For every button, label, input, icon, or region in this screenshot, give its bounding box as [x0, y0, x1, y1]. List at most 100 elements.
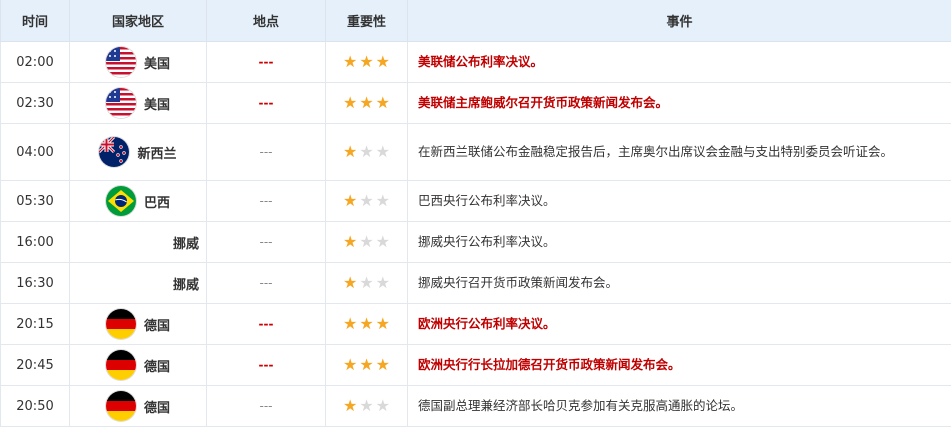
- table-row: 20:50 德国 --- ★ ★ ★ 德国副总理兼经济部长哈贝克参加有关克服高通胀的论坛。: [0, 385, 951, 427]
- country-name: 德国: [143, 318, 170, 334]
- star-empty-icon: ★: [375, 232, 391, 251]
- star-filled-icon: ★: [342, 314, 358, 333]
- table-row: 02:00 美国 --- ★ ★ ★ 美联储公布利率决议。: [0, 41, 951, 83]
- country-cell: 德国: [69, 385, 207, 427]
- country: 挪威: [70, 233, 206, 252]
- importance-cell: ★ ★ ★: [325, 180, 408, 222]
- event-time: 04:00: [0, 123, 70, 181]
- header-event: 事件: [407, 0, 951, 42]
- star-empty-icon: ★: [375, 142, 391, 161]
- event-time: 20:15: [0, 303, 70, 345]
- event-location: ---: [206, 123, 326, 181]
- star-filled-icon: ★: [375, 314, 391, 333]
- star-filled-icon: ★: [342, 355, 358, 374]
- country: 美国: [70, 88, 206, 118]
- importance-cell: ★ ★ ★: [325, 82, 408, 124]
- event-location: ---: [206, 180, 326, 222]
- table-row: 16:00 挪威 --- ★ ★ ★ 挪威央行公布利率决议。: [0, 221, 951, 263]
- country-name: 德国: [143, 400, 170, 416]
- star-empty-icon: ★: [359, 396, 374, 415]
- star-empty-icon: ★: [375, 273, 391, 292]
- us-flag-icon: [105, 88, 136, 118]
- country-cell: 挪威: [69, 262, 207, 304]
- importance-stars: ★ ★ ★: [326, 234, 407, 250]
- event-location: ---: [206, 344, 326, 386]
- event-description: 欧洲央行行长拉加德召开货币政策新闻发布会。: [407, 344, 951, 386]
- star-filled-icon: ★: [342, 396, 358, 415]
- table-row: 04:00 新西兰 --- ★ ★ ★ 在新西兰联储公布金融稳定报告后，主席奥尔出席议会金…: [0, 123, 951, 181]
- event-description: 挪威央行召开货币政策新闻发布会。: [407, 262, 951, 304]
- event-location: ---: [206, 262, 326, 304]
- event-time: 05:30: [0, 180, 70, 222]
- country-cell: 挪威: [69, 221, 207, 263]
- country-name: 挪威: [173, 277, 200, 293]
- star-filled-icon: ★: [359, 314, 374, 333]
- importance-cell: ★ ★ ★: [325, 344, 408, 386]
- country: 德国: [70, 309, 206, 339]
- table-row: 16:30 挪威 --- ★ ★ ★ 挪威央行召开货币政策新闻发布会。: [0, 262, 951, 304]
- importance-stars: ★ ★ ★: [326, 193, 407, 209]
- us-flag-icon: [105, 47, 136, 77]
- star-empty-icon: ★: [359, 142, 374, 161]
- event-description: 在新西兰联储公布金融稳定报告后，主席奥尔出席议会金融与支出特别委员会听证会。: [407, 123, 951, 181]
- table-row: 05:30 巴西 --- ★ ★ ★ 巴西央行公布利率决议。: [0, 180, 951, 222]
- nz-flag-icon: [99, 137, 130, 167]
- table-row: 20:15 德国 --- ★ ★ ★ 欧洲央行公布利率决议。: [0, 303, 951, 345]
- country-cell: 美国: [69, 41, 207, 83]
- country: 德国: [70, 350, 206, 380]
- event-time: 16:00: [0, 221, 70, 263]
- table-row: 02:30 美国 --- ★ ★ ★ 美联储主席鲍威尔召开货币政策新闻发布会。: [0, 82, 951, 124]
- event-description: 美联储主席鲍威尔召开货币政策新闻发布会。: [407, 82, 951, 124]
- star-filled-icon: ★: [342, 273, 358, 292]
- star-filled-icon: ★: [342, 232, 358, 251]
- star-filled-icon: ★: [359, 52, 374, 71]
- importance-stars: ★ ★ ★: [326, 357, 407, 373]
- table-row: 20:45 德国 --- ★ ★ ★ 欧洲央行行长拉加德召开货币政策新闻发布会。: [0, 344, 951, 386]
- event-location: ---: [206, 303, 326, 345]
- star-empty-icon: ★: [359, 232, 374, 251]
- country-name: 德国: [143, 359, 170, 375]
- star-filled-icon: ★: [342, 93, 358, 112]
- de-flag-icon: [105, 350, 136, 380]
- star-filled-icon: ★: [359, 355, 374, 374]
- importance-stars: ★ ★ ★: [326, 275, 407, 291]
- event-time: 02:30: [0, 82, 70, 124]
- event-description: 德国副总理兼经济部长哈贝克参加有关克服高通胀的论坛。: [407, 385, 951, 427]
- star-filled-icon: ★: [359, 93, 374, 112]
- importance-stars: ★ ★ ★: [326, 144, 407, 160]
- star-filled-icon: ★: [375, 355, 391, 374]
- event-time: 20:45: [0, 344, 70, 386]
- country-name: 美国: [143, 56, 170, 72]
- country-cell: 德国: [69, 344, 207, 386]
- star-empty-icon: ★: [375, 396, 391, 415]
- event-description: 美联储公布利率决议。: [407, 41, 951, 83]
- importance-stars: ★ ★ ★: [326, 54, 407, 70]
- country-cell: 美国: [69, 82, 207, 124]
- importance-cell: ★ ★ ★: [325, 262, 408, 304]
- importance-cell: ★ ★ ★: [325, 221, 408, 263]
- country: 德国: [70, 391, 206, 421]
- country-cell: 德国: [69, 303, 207, 345]
- event-time: 20:50: [0, 385, 70, 427]
- de-flag-icon: [105, 391, 136, 421]
- event-description: 欧洲央行公布利率决议。: [407, 303, 951, 345]
- country-name: 巴西: [143, 195, 170, 211]
- country-cell: 巴西: [69, 180, 207, 222]
- de-flag-icon: [105, 309, 136, 339]
- header-importance: 重要性: [325, 0, 408, 42]
- country-name: 美国: [143, 97, 170, 113]
- header-time: 时间: [0, 0, 70, 42]
- event-description: 挪威央行公布利率决议。: [407, 221, 951, 263]
- country-name: 新西兰: [137, 146, 177, 162]
- importance-cell: ★ ★ ★: [325, 303, 408, 345]
- br-flag-icon: [105, 186, 136, 216]
- header-country: 国家地区: [69, 0, 207, 42]
- importance-cell: ★ ★ ★: [325, 123, 408, 181]
- table-header-row: 时间 国家地区 地点 重要性 事件: [0, 0, 951, 42]
- importance-stars: ★ ★ ★: [326, 398, 407, 414]
- event-time: 16:30: [0, 262, 70, 304]
- importance-cell: ★ ★ ★: [325, 41, 408, 83]
- star-filled-icon: ★: [375, 52, 391, 71]
- country-cell: 新西兰: [69, 123, 207, 181]
- country: 新西兰: [70, 137, 206, 167]
